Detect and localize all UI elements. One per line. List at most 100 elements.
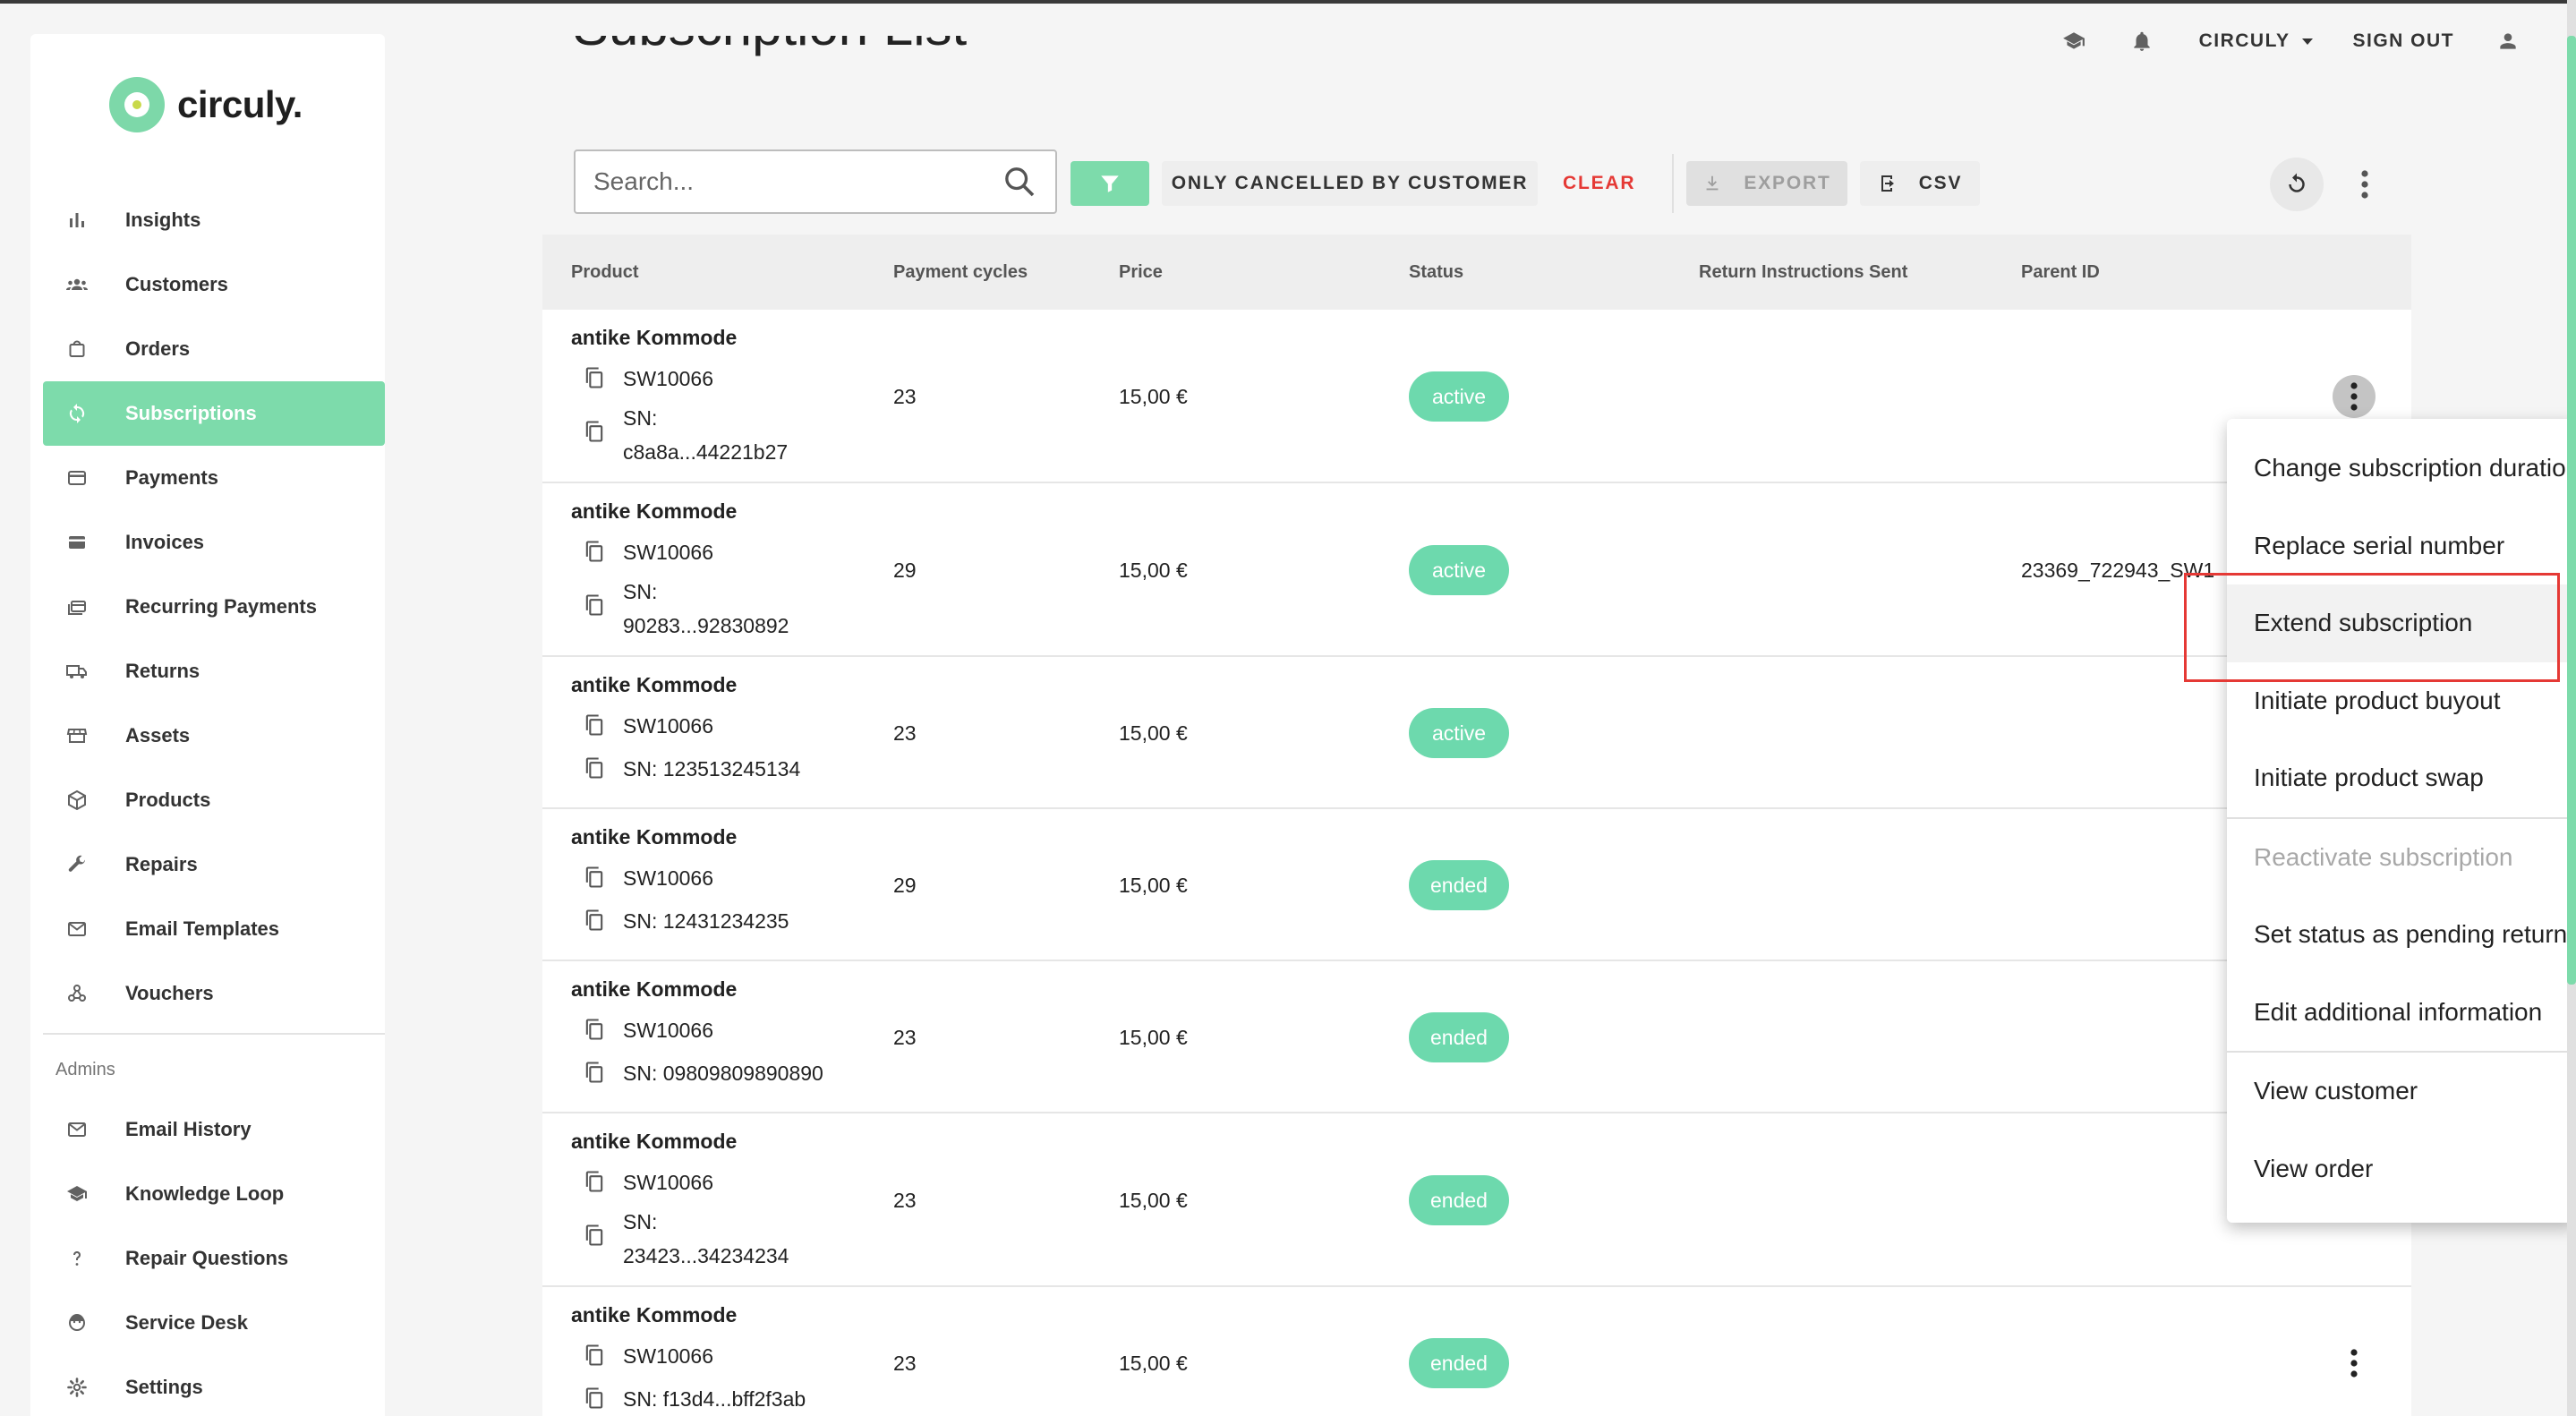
mail-icon [64, 1117, 90, 1142]
company-dropdown[interactable]: CIRCULY [2199, 30, 2314, 52]
sidebar-item-orders[interactable]: Orders [43, 317, 385, 381]
column-header-parent-id[interactable]: Parent ID [2021, 262, 2100, 283]
menu-item-set-status-as-pending-return[interactable]: Set status as pending return [2227, 896, 2576, 974]
copy-icon[interactable] [582, 539, 607, 564]
column-header-price[interactable]: Price [1119, 262, 1163, 283]
gear-icon [64, 1375, 90, 1400]
status-badge: active [1409, 708, 1509, 758]
sidebar-item-email-templates[interactable]: Email Templates [43, 897, 385, 961]
table-row[interactable]: antike Kommode SW10066 SN: 09809809890890 2… [542, 961, 2411, 1113]
clear-filters-button[interactable]: CLEAR [1563, 161, 1635, 206]
window-top-border [0, 0, 2576, 4]
sidebar: circuly. Insights Customers Orders Subscrip… [30, 34, 385, 1416]
filter-button[interactable] [1070, 161, 1149, 206]
only-cancelled-by-customer-button[interactable]: ONLY CANCELLED BY CUSTOMER [1162, 161, 1538, 206]
shopping-bag-icon [64, 337, 90, 362]
menu-item-edit-additional-information[interactable]: Edit additional information [2227, 974, 2576, 1052]
school-icon[interactable] [2056, 23, 2092, 59]
sidebar-item-knowledge-loop[interactable]: Knowledge Loop [43, 1162, 385, 1226]
search-icon[interactable] [1002, 164, 1037, 200]
copy-icon[interactable] [582, 865, 607, 890]
price: 15,00 € [1119, 1352, 1188, 1375]
sidebar-item-subscriptions[interactable]: Subscriptions [43, 381, 385, 446]
sidebar-item-service-desk[interactable]: Service Desk [43, 1291, 385, 1355]
csv-button[interactable]: CSV [1860, 161, 1980, 206]
sidebar-item-repairs[interactable]: Repairs [43, 832, 385, 897]
menu-item-change-subscription-duration[interactable]: Change subscription duration [2227, 430, 2576, 508]
menu-item-reactivate-subscription: Reactivate subscription [2254, 842, 2513, 871]
notifications-bell-icon[interactable] [2124, 23, 2160, 59]
copy-icon[interactable] [582, 1343, 607, 1368]
copy-icon[interactable] [582, 755, 607, 781]
column-header-return-instructions-sent[interactable]: Return Instructions Sent [1699, 262, 1907, 283]
page-scrollbar[interactable] [2567, 0, 2576, 1416]
refresh-button[interactable] [2270, 158, 2324, 211]
sidebar-item-customers[interactable]: Customers [43, 252, 385, 317]
copy-icon[interactable] [582, 1017, 607, 1042]
menu-item-view-order[interactable]: View order [2227, 1130, 2576, 1208]
copy-icon[interactable] [582, 1223, 607, 1248]
table-row[interactable]: antike Kommode SW10066 SN: 123513245134 23 1… [542, 657, 2411, 809]
brand-logo[interactable]: circuly. [109, 77, 303, 132]
subscriptions-table: Product Payment cycles Price Status Retu… [542, 235, 2411, 1416]
sidebar-item-payments[interactable]: Payments [43, 446, 385, 510]
payment-cycles: 23 [893, 385, 917, 408]
table-row[interactable]: antike Kommode SW10066 SN: 90283...92830892… [542, 483, 2411, 657]
sidebar-item-recurring-payments[interactable]: Recurring Payments [43, 575, 385, 639]
serial-number-value: 12431234235 [662, 909, 789, 933]
mail-icon [64, 917, 90, 942]
column-header-status[interactable]: Status [1409, 262, 1463, 283]
sidebar-item-label: Repair Questions [125, 1247, 289, 1269]
sidebar-item-vouchers[interactable]: Vouchers [43, 961, 385, 1026]
column-header-product[interactable]: Product [571, 262, 639, 283]
row-actions-button[interactable] [2333, 1342, 2376, 1385]
table-row[interactable]: antike Kommode SW10066 SN: c8a8a...44221b27… [542, 310, 2411, 483]
copy-icon[interactable] [582, 1386, 607, 1411]
refresh-icon [2289, 173, 2305, 192]
toolbar-divider [1672, 154, 1674, 213]
product-sku: SW10066 [623, 866, 714, 890]
serial-number-value: 09809809890890 [662, 1062, 823, 1085]
menu-item-initiate-product-swap[interactable]: Initiate product swap [2227, 739, 2576, 817]
sidebar-item-label: Products [125, 789, 211, 811]
serial-number-label: SN: [623, 1062, 658, 1085]
company-dropdown-label: CIRCULY [2198, 30, 2290, 51]
sidebar-item-email-history[interactable]: Email History [43, 1097, 385, 1162]
highlight-annotation-box [2184, 573, 2560, 682]
copy-icon[interactable] [582, 1060, 607, 1085]
scrollbar-thumb[interactable] [2567, 36, 2576, 985]
copy-icon[interactable] [582, 593, 607, 618]
sidebar-item-products[interactable]: Products [43, 768, 385, 832]
sidebar-item-label: Insights [125, 209, 201, 231]
search-field[interactable] [574, 149, 1057, 214]
payment-cycles: 23 [893, 721, 917, 745]
sidebar-item-returns[interactable]: Returns [43, 639, 385, 704]
sidebar-item-assets[interactable]: Assets [43, 704, 385, 768]
table-row[interactable]: antike Kommode SW10066 SN: 12431234235 29 15… [542, 809, 2411, 961]
caret-down-icon [2302, 38, 2314, 45]
copy-icon[interactable] [582, 1169, 607, 1194]
sidebar-item-insights[interactable]: Insights [43, 188, 385, 252]
status-badge: ended [1409, 1175, 1509, 1225]
menu-item-view-customer[interactable]: View customer [2227, 1053, 2576, 1130]
column-header-payment-cycles[interactable]: Payment cycles [893, 262, 1028, 283]
sidebar-item-repair-questions[interactable]: Repair Questions [43, 1226, 385, 1291]
table-row[interactable]: antike Kommode SW10066 SN: f13d4...bff2f3a… [542, 1287, 2411, 1416]
sign-out-button[interactable]: SIGN OUT [2352, 30, 2454, 52]
copy-icon[interactable] [582, 419, 607, 444]
copy-icon[interactable] [582, 365, 607, 390]
copy-icon[interactable] [582, 908, 607, 933]
row-actions-button[interactable] [2333, 375, 2376, 418]
table-row[interactable]: antike Kommode SW10066 SN: 23423...34234234… [542, 1113, 2411, 1287]
export-button[interactable]: EXPORT [1686, 161, 1847, 206]
account-icon[interactable] [2490, 23, 2526, 59]
copy-icon[interactable] [582, 712, 607, 738]
serial-number-label: SN: [623, 1210, 658, 1233]
sidebar-section-admins: Admins [55, 1059, 115, 1079]
sidebar-item-settings[interactable]: Settings [43, 1355, 385, 1416]
invoice-card-icon [64, 530, 90, 555]
serial-number-label: SN: [623, 909, 658, 933]
more-options-button[interactable] [2349, 165, 2381, 204]
sidebar-item-invoices[interactable]: Invoices [43, 510, 385, 575]
search-input[interactable] [593, 167, 1002, 196]
